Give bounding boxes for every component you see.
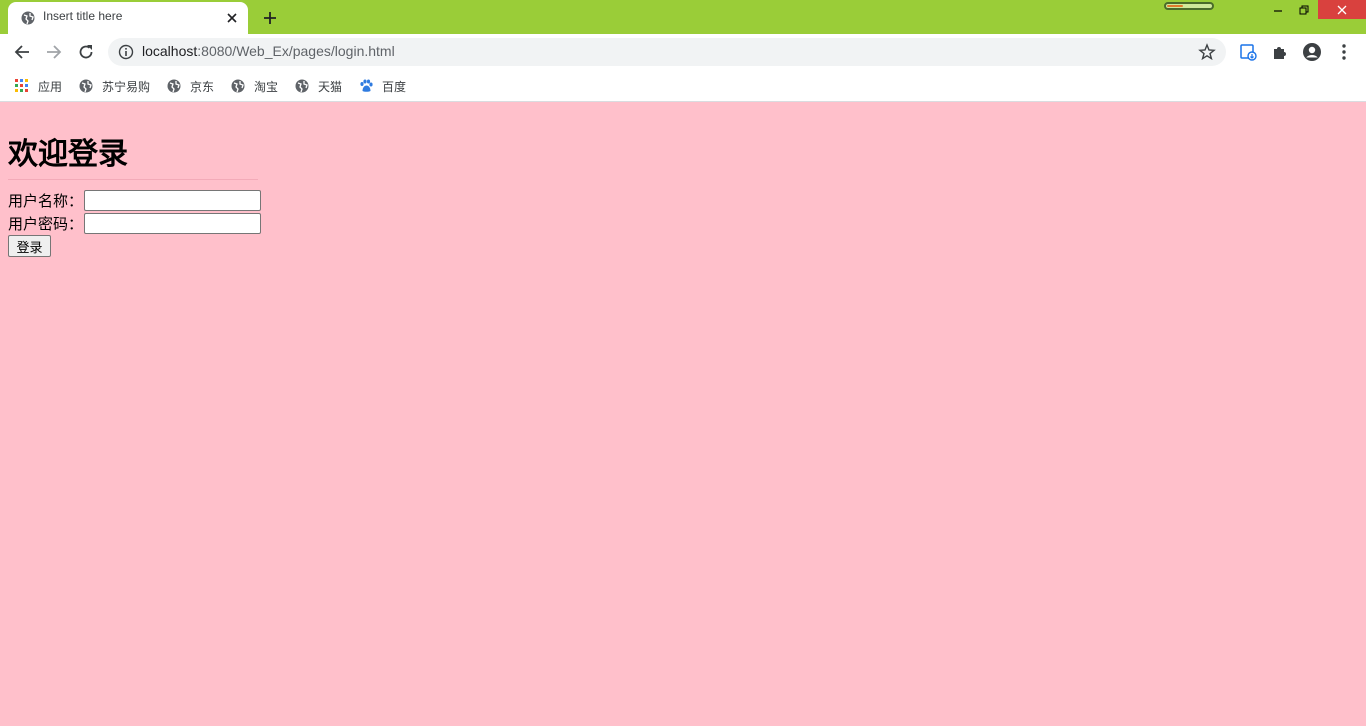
cast-save-icon[interactable]	[1237, 41, 1259, 63]
bookmark-tmall[interactable]: 天猫	[295, 76, 342, 96]
bookmark-label: 百度	[382, 79, 407, 94]
close-window-button[interactable]	[1318, 0, 1366, 19]
bookmarks-bar: 应用 苏宁易购 京东 淘宝 天猫 百度	[0, 70, 1366, 102]
bookmark-baidu[interactable]: 百度	[359, 76, 406, 96]
profile-avatar-icon[interactable]	[1301, 41, 1323, 63]
url-path: :8080/Web_Ex/pages/login.html	[197, 43, 395, 59]
tab-title: Insert title here	[43, 9, 123, 23]
info-icon[interactable]	[118, 44, 134, 60]
paw-icon	[359, 79, 373, 93]
minimize-button[interactable]	[1264, 0, 1292, 19]
username-input[interactable]	[84, 190, 262, 211]
bookmark-jd[interactable]: 京东	[167, 76, 214, 96]
title-bar: Insert title here	[0, 0, 1366, 34]
extensions-puzzle-icon[interactable]	[1269, 41, 1291, 63]
globe-icon	[21, 10, 35, 25]
url-text: localhost:8080/Web_Ex/pages/login.html	[142, 43, 395, 59]
bookmark-suning[interactable]: 苏宁易购	[79, 76, 150, 96]
download-progress-indicator	[1164, 2, 1214, 10]
more-menu-icon[interactable]	[1333, 41, 1355, 63]
login-button[interactable]: 登录	[8, 235, 51, 257]
bookmark-label: 应用	[38, 79, 63, 94]
password-input[interactable]	[84, 213, 262, 234]
heading-divider	[8, 179, 258, 180]
bookmark-label: 天猫	[318, 79, 343, 94]
bookmark-apps[interactable]: 应用	[15, 76, 62, 96]
close-icon[interactable]	[224, 10, 240, 26]
page-content: 欢迎登录 用户名称： 用户密码： 登录	[0, 103, 1366, 726]
restore-button[interactable]	[1290, 0, 1318, 19]
url-host: localhost	[142, 43, 198, 59]
bookmark-taobao[interactable]: 淘宝	[231, 76, 278, 96]
bookmark-label: 淘宝	[254, 79, 279, 94]
page-title: 欢迎登录	[8, 137, 128, 172]
password-label: 用户密码：	[8, 215, 84, 233]
username-label: 用户名称：	[8, 192, 84, 210]
password-row: 用户密码：	[8, 213, 262, 234]
reload-button[interactable]	[74, 40, 98, 64]
username-row: 用户名称：	[8, 190, 262, 211]
globe-icon	[295, 79, 309, 93]
bookmark-label: 苏宁易购	[102, 79, 151, 94]
progress-fill	[1167, 5, 1183, 7]
bookmark-label: 京东	[190, 79, 215, 94]
globe-icon	[231, 79, 245, 93]
browser-tab[interactable]: Insert title here	[8, 2, 248, 34]
back-button[interactable]	[10, 40, 34, 64]
globe-icon	[167, 79, 181, 93]
apps-grid-icon	[15, 79, 29, 93]
bookmark-star-icon[interactable]	[1198, 43, 1216, 61]
forward-button[interactable]	[42, 40, 66, 64]
new-tab-button[interactable]	[260, 8, 280, 28]
globe-icon	[79, 79, 93, 93]
address-bar[interactable]: localhost:8080/Web_Ex/pages/login.html	[108, 38, 1226, 66]
browser-toolbar: localhost:8080/Web_Ex/pages/login.html	[0, 34, 1366, 70]
